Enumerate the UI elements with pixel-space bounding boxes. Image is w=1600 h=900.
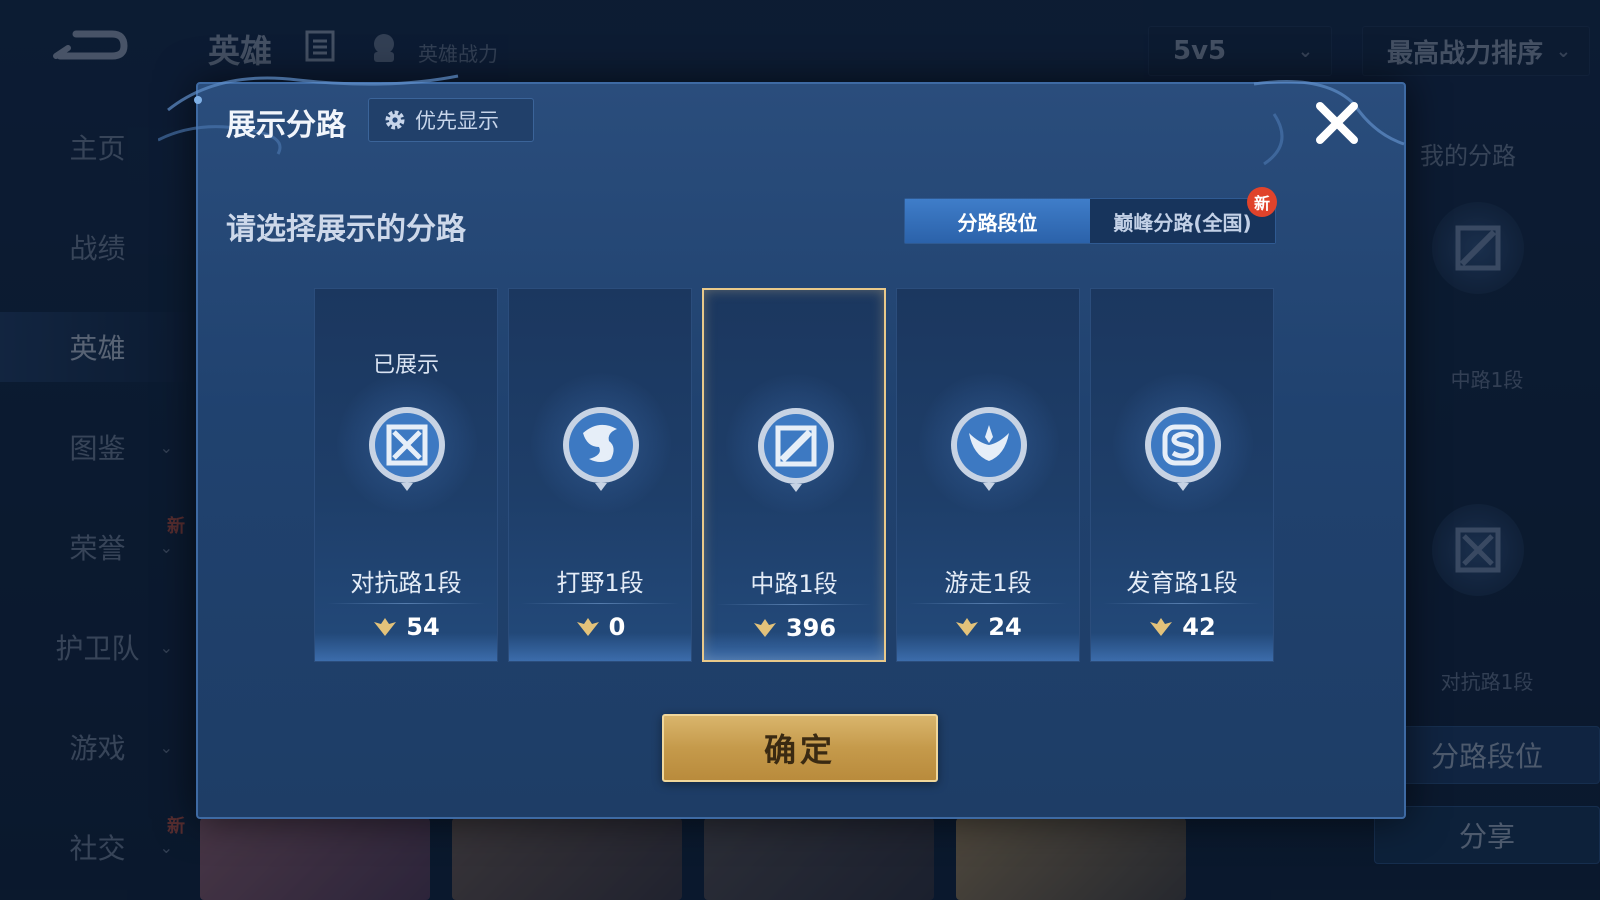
lane-name: 打野1段 xyxy=(556,569,644,597)
card-glow xyxy=(509,633,691,661)
lane-card-jungle[interactable]: 打野1段 0 xyxy=(508,288,692,662)
jungle-dragon-icon xyxy=(563,407,639,491)
confirm-button[interactable]: 确定 xyxy=(662,714,938,782)
dialog-subtitle: 请选择展示的分路 xyxy=(226,212,466,247)
card-glow xyxy=(1091,633,1273,661)
card-glow xyxy=(315,633,497,661)
dialog-title: 展示分路 xyxy=(226,108,346,143)
divider xyxy=(327,603,485,604)
lane-tabs: 分路段位 巅峰分路(全国) 新 xyxy=(904,187,1277,244)
farm-lane-icon xyxy=(1145,407,1221,491)
lane-card-farm[interactable]: 发育路1段 42 xyxy=(1090,288,1274,662)
divider xyxy=(521,603,679,604)
card-glow xyxy=(704,632,884,660)
lane-card-mid[interactable]: 中路1段 396 xyxy=(702,288,886,662)
close-button[interactable] xyxy=(1310,96,1364,150)
tab-lane-rank[interactable]: 分路段位 xyxy=(905,199,1090,243)
tab-peak-lane[interactable]: 巅峰分路(全国) 新 xyxy=(1090,187,1277,243)
divider xyxy=(909,603,1067,604)
lane-name: 游走1段 xyxy=(944,569,1032,597)
divider xyxy=(1103,603,1261,604)
gear-icon xyxy=(385,110,405,130)
close-icon xyxy=(1316,102,1358,144)
lane-name: 对抗路1段 xyxy=(350,569,462,597)
new-badge: 新 xyxy=(1247,187,1277,217)
divider xyxy=(716,604,872,605)
lane-card-clash[interactable]: 已展示 对抗路1段 54 xyxy=(314,288,498,662)
tab-label: 分路段位 xyxy=(957,210,1038,235)
mid-lane-icon xyxy=(758,408,834,492)
tab-label: 巅峰分路(全国) xyxy=(1113,210,1252,235)
card-glow xyxy=(897,633,1079,661)
lane-display-dialog: 展示分路 优先显示 请选择展示的分路 分路段位 巅峰分路(全国) 新 已展示 对… xyxy=(158,74,1406,819)
lane-name: 发育路1段 xyxy=(1126,569,1238,597)
lane-card-roam[interactable]: 游走1段 24 xyxy=(896,288,1080,662)
clash-lane-icon xyxy=(369,407,445,491)
roam-wings-icon xyxy=(951,407,1027,491)
priority-display-label: 优先显示 xyxy=(415,109,499,133)
priority-display-button[interactable]: 优先显示 xyxy=(368,98,534,142)
lane-name: 中路1段 xyxy=(750,570,838,598)
